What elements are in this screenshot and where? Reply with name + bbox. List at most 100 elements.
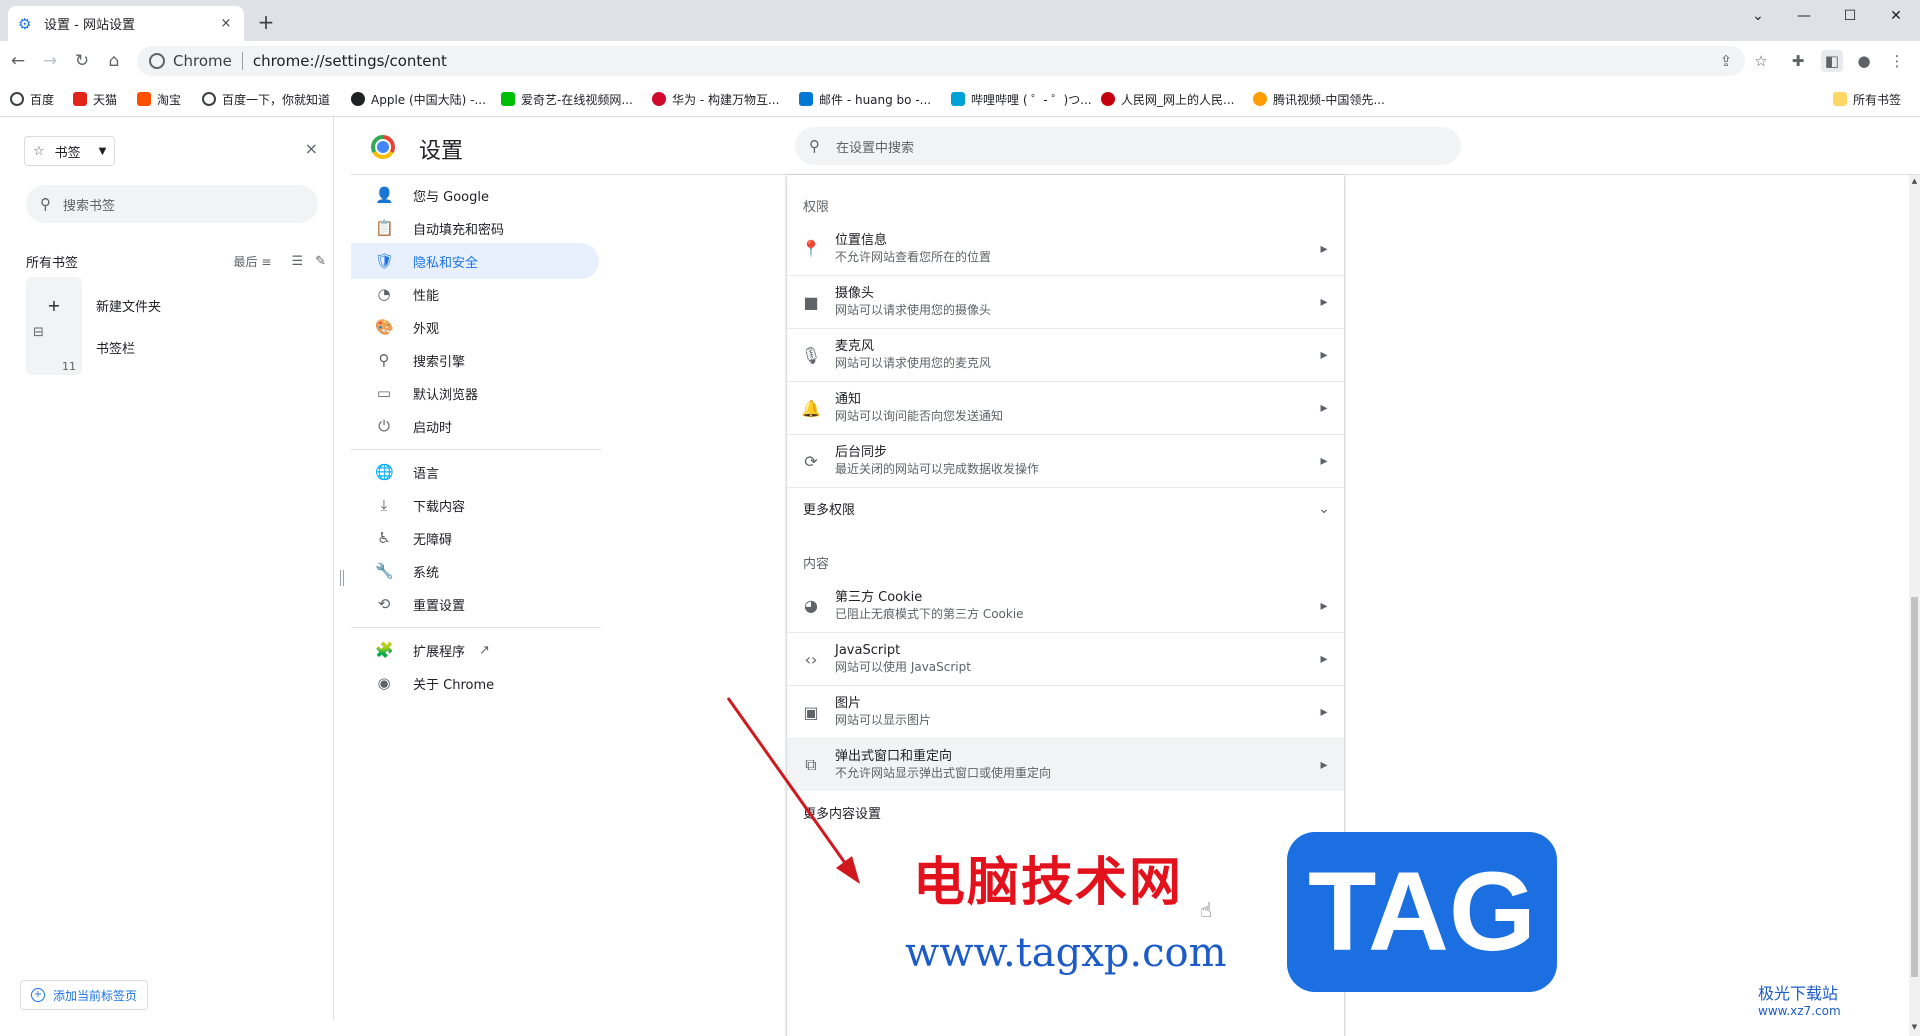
permission-row-background-sync[interactable]: ⟳ 后台同步 最近关闭的网站可以完成数据收发操作 ▸ bbox=[787, 434, 1344, 487]
side-panel-icon[interactable]: ◧ bbox=[1821, 50, 1843, 72]
list-item-bookmarks-bar[interactable]: ⊟ 11 书签栏 bbox=[26, 319, 326, 375]
shield-icon: 🛡 bbox=[375, 252, 395, 270]
sidebar-item-about-chrome[interactable]: ◉ 关于 Chrome bbox=[351, 665, 599, 701]
scroll-up-arrow[interactable]: ▲ bbox=[1910, 177, 1919, 185]
permission-row-camera[interactable]: ■ 摄像头 网站可以请求使用您的摄像头 ▸ bbox=[787, 275, 1344, 328]
bookmark-mail[interactable]: 邮件 - huang bo -... bbox=[799, 90, 931, 108]
watermark-url: www.tagxp.com bbox=[905, 930, 1227, 976]
scroll-down-arrow[interactable]: ▼ bbox=[1910, 1023, 1919, 1031]
permission-row-microphone[interactable]: 🎙 麦克风 网站可以请求使用您的麦克风 ▸ bbox=[787, 328, 1344, 381]
sidebar-item-extensions[interactable]: 🧩 扩展程序 ↗ bbox=[351, 632, 599, 668]
all-bookmarks-folder[interactable]: 所有书签 bbox=[1833, 90, 1901, 108]
panel-resize-handle[interactable] bbox=[340, 570, 344, 586]
extensions-icon[interactable]: ✚ bbox=[1787, 50, 1809, 72]
apple-icon bbox=[351, 92, 365, 106]
sidebar-item-label: 下载内容 bbox=[413, 499, 466, 515]
sidebar-item-on-startup[interactable]: ⏻ 启动时 bbox=[351, 408, 599, 444]
sidebar-item-search-engine[interactable]: ⚲ 搜索引擎 bbox=[351, 342, 599, 378]
share-icon[interactable]: ⇪ bbox=[1715, 50, 1737, 72]
permission-row-location[interactable]: 📍 位置信息 不允许网站查看您所在的位置 ▸ bbox=[787, 222, 1344, 275]
site-chip[interactable]: Chrome bbox=[173, 52, 232, 70]
new-tab-button[interactable]: + bbox=[255, 12, 277, 34]
back-button[interactable]: ← bbox=[4, 47, 32, 75]
people-icon bbox=[1101, 92, 1115, 106]
profile-icon[interactable]: ● bbox=[1853, 50, 1875, 72]
bookmark-label: 邮件 - huang bo -... bbox=[819, 92, 932, 107]
minimize-button[interactable]: — bbox=[1781, 2, 1827, 30]
sidebar-item-performance[interactable]: ◔ 性能 bbox=[351, 276, 599, 312]
maximize-button[interactable]: ☐ bbox=[1827, 2, 1873, 30]
content-row-javascript[interactable]: ‹› JavaScript 网站可以使用 JavaScript ▸ bbox=[787, 632, 1344, 685]
bookmarks-bar: 百度 天猫 淘宝 百度一下，你就知道 Apple (中国大陆) -... 爱奇艺… bbox=[0, 81, 1920, 117]
side-panel-close-button[interactable]: × bbox=[305, 139, 318, 158]
tab-close-button[interactable]: × bbox=[218, 16, 234, 31]
sidebar-item-label: 搜索引擎 bbox=[413, 354, 466, 370]
side-panel-dropdown[interactable]: ☆ 书签 ▼ bbox=[24, 136, 116, 166]
section-title-permissions: 权限 bbox=[803, 200, 830, 215]
list-item-label: 书签栏 bbox=[96, 341, 136, 357]
permission-row-notifications[interactable]: 🔔 通知 网站可以询问能否向您发送通知 ▸ bbox=[787, 381, 1344, 434]
bookmark-baidu[interactable]: 百度 bbox=[10, 90, 54, 108]
power-icon: ⏻ bbox=[378, 417, 390, 435]
row-title: 后台同步 bbox=[835, 445, 888, 460]
sidebar-item-system[interactable]: 🔧 系统 bbox=[351, 553, 599, 589]
side-panel-header: ☆ 书签 ▼ × bbox=[12, 117, 334, 185]
sort-button[interactable]: 最后 ≡ bbox=[234, 253, 272, 270]
scrollbar-thumb[interactable] bbox=[1911, 597, 1918, 977]
tab-search-button[interactable]: ⌄ bbox=[1735, 2, 1781, 30]
sidebar-item-reset[interactable]: ⟲ 重置设置 bbox=[351, 586, 599, 622]
sidebar-item-privacy[interactable]: 🛡 隐私和安全 bbox=[351, 243, 599, 279]
iqiyi-icon bbox=[501, 92, 515, 106]
bookmark-taobao[interactable]: 淘宝 bbox=[137, 90, 181, 108]
bookmark-label: 腾讯视频-中国领先... bbox=[1273, 92, 1385, 107]
sidebar-item-you-and-google[interactable]: 👤 您与 Google bbox=[351, 177, 599, 213]
list-view-icon[interactable]: ☰ bbox=[291, 254, 303, 269]
forward-button[interactable]: → bbox=[36, 47, 64, 75]
more-permissions-toggle[interactable]: 更多权限 ⌄ bbox=[787, 487, 1344, 529]
sidebar-item-label: 自动填充和密码 bbox=[413, 222, 505, 238]
settings-gear-icon: ⚙ bbox=[18, 14, 32, 33]
settings-search-input[interactable]: ⚲ 在设置中搜索 bbox=[795, 127, 1461, 165]
bookmark-apple[interactable]: Apple (中国大陆) -... bbox=[351, 90, 486, 108]
chevron-right-icon: ▸ bbox=[1320, 294, 1328, 310]
menu-icon[interactable]: ⋮ bbox=[1886, 50, 1908, 72]
edit-icon[interactable]: ✎ bbox=[315, 254, 326, 269]
browser-icon: ▭ bbox=[376, 384, 392, 402]
url-text[interactable]: chrome://settings/content bbox=[253, 52, 447, 70]
sidebar-item-appearance[interactable]: 🎨 外观 bbox=[351, 309, 599, 345]
bookmark-bilibili[interactable]: 哔哩哔哩 ( ゜- ゜)つ... bbox=[951, 90, 1092, 108]
history-icon: ⟲ bbox=[377, 595, 391, 613]
bookmark-tmall[interactable]: 天猫 bbox=[73, 90, 117, 108]
camera-icon: ■ bbox=[803, 292, 819, 312]
globe-icon: 🌐 bbox=[375, 463, 394, 481]
reload-button[interactable]: ↻ bbox=[68, 47, 96, 75]
content-row-third-party-cookies[interactable]: ◕ 第三方 Cookie 已阻止无痕模式下的第三方 Cookie ▸ bbox=[787, 579, 1344, 632]
person-icon: 👤 bbox=[375, 186, 394, 204]
close-window-button[interactable]: ✕ bbox=[1873, 2, 1919, 30]
add-current-tab-button[interactable]: + 添加当前标签页 bbox=[20, 980, 149, 1010]
location-icon: 📍 bbox=[801, 239, 821, 258]
address-bar[interactable]: Chrome chrome://settings/content bbox=[137, 46, 1745, 76]
tab-settings[interactable]: ⚙ 设置 - 网站设置 × bbox=[8, 6, 244, 41]
bookmark-tencent-video[interactable]: 腾讯视频-中国领先... bbox=[1253, 90, 1385, 108]
chevron-right-icon: ▸ bbox=[1320, 240, 1328, 257]
accessibility-icon: ♿ bbox=[377, 529, 391, 547]
bookmark-search-input[interactable]: ⚲ 搜索书签 bbox=[26, 185, 318, 223]
home-button[interactable]: ⌂ bbox=[100, 47, 128, 75]
more-permissions-label: 更多权限 bbox=[803, 503, 856, 518]
nav-divider bbox=[351, 449, 601, 450]
sidebar-item-default-browser[interactable]: ▭ 默认浏览器 bbox=[351, 375, 599, 411]
sidebar-item-autofill[interactable]: 📋 自动填充和密码 bbox=[351, 210, 599, 246]
chevron-right-icon: ▸ bbox=[1320, 347, 1328, 363]
star-icon[interactable]: ☆ bbox=[1750, 50, 1772, 72]
code-icon: ‹› bbox=[804, 649, 818, 669]
bookmark-baidu-search[interactable]: 百度一下，你就知道 bbox=[202, 90, 330, 108]
sidebar-item-accessibility[interactable]: ♿ 无障碍 bbox=[351, 520, 599, 556]
bookmark-people[interactable]: 人民网_网上的人民... bbox=[1101, 90, 1234, 108]
sidebar-item-downloads[interactable]: ⤓ 下载内容 bbox=[351, 487, 599, 523]
bookmark-iqiyi[interactable]: 爱奇艺-在线视频网... bbox=[501, 90, 633, 108]
sidebar-item-languages[interactable]: 🌐 语言 bbox=[351, 454, 599, 490]
bookmark-label: Apple (中国大陆) -... bbox=[371, 92, 486, 107]
sidebar-item-label: 扩展程序 bbox=[413, 644, 466, 660]
bookmark-huawei[interactable]: 华为 - 构建万物互... bbox=[652, 90, 779, 108]
